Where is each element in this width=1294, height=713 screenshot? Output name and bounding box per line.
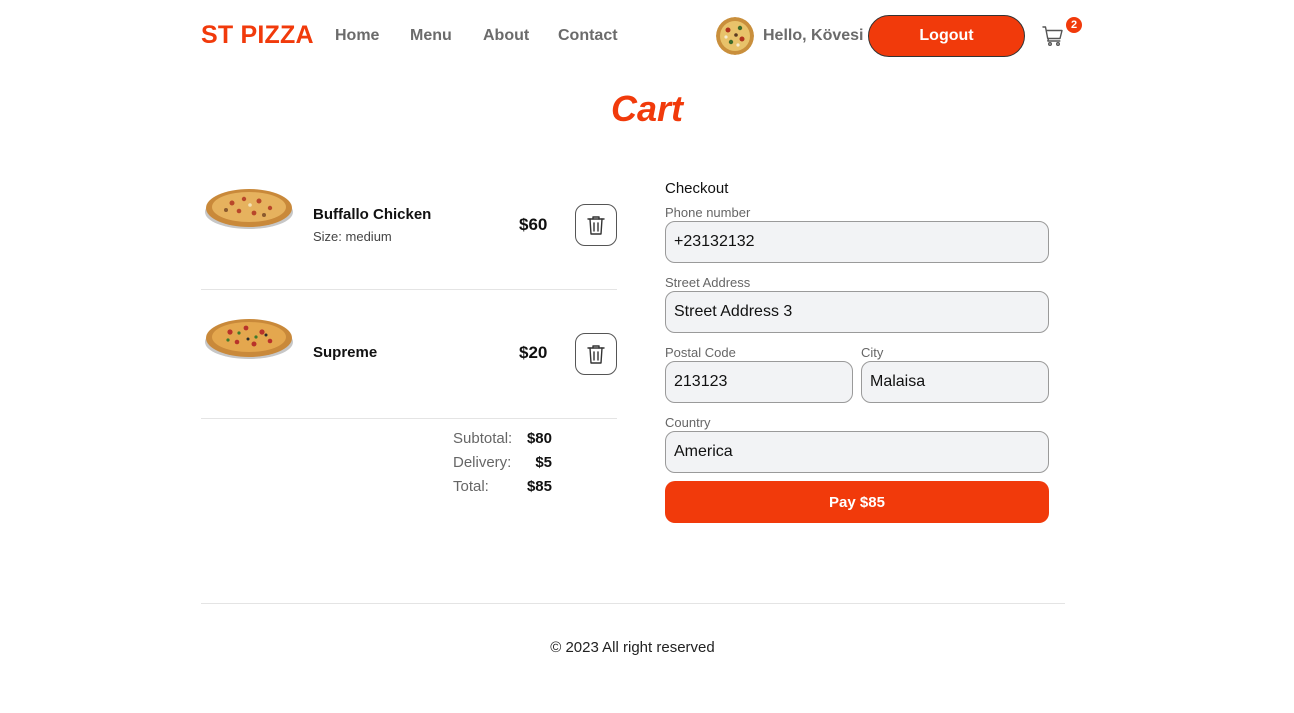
postal-code-input[interactable] (665, 361, 853, 403)
total-value: $85 (526, 478, 552, 495)
nav-link-home[interactable]: Home (335, 27, 379, 45)
cart-item-price: $20 (519, 343, 548, 362)
cart-item-size: Size: medium (313, 229, 392, 244)
total-label: Total: (453, 478, 489, 495)
pizza-image (205, 189, 293, 229)
cart-item-price: $60 (519, 215, 548, 234)
page-title: Cart (610, 88, 684, 129)
nav-link-about[interactable]: About (483, 27, 529, 45)
cart-count-badge: 2 (1066, 17, 1082, 33)
footer-copyright: © 2023 All right reserved (550, 639, 715, 656)
subtotal-label: Subtotal: (453, 430, 513, 447)
country-label: Country (665, 415, 711, 430)
street-address-input[interactable] (665, 291, 1049, 333)
cart-icon (1042, 26, 1063, 47)
divider (201, 289, 617, 290)
phone-input[interactable] (665, 221, 1049, 263)
avatar (716, 17, 754, 55)
trash-icon (587, 345, 605, 364)
city-label: City (861, 345, 884, 360)
pizza-image (205, 319, 293, 359)
nav-link-contact[interactable]: Contact (558, 27, 618, 45)
checkout-title: Checkout (665, 180, 729, 197)
cart-link[interactable] (1041, 24, 1065, 48)
street-address-label: Street Address (665, 275, 751, 290)
nav-link-menu[interactable]: Menu (410, 27, 452, 45)
cart-item-name: Supreme (313, 344, 378, 361)
logout-button[interactable]: Logout (868, 15, 1025, 57)
pay-button[interactable]: Pay $85 (665, 481, 1049, 523)
footer-divider (201, 603, 1065, 604)
cart-item: Supreme $20 (201, 300, 617, 418)
delivery-value: $5 (535, 454, 552, 471)
cart-item-name: Buffallo Chicken (313, 206, 432, 223)
subtotal-value: $80 (526, 430, 552, 447)
header: ST PIZZA Home Menu About Contact Hello, … (201, 14, 1082, 58)
pizza-avatar-icon (716, 17, 754, 55)
remove-item-button[interactable] (575, 333, 617, 375)
divider (201, 418, 617, 419)
remove-item-button[interactable] (575, 204, 617, 246)
trash-icon (587, 216, 605, 235)
postal-code-label: Postal Code (665, 345, 736, 360)
logo[interactable]: ST PIZZA (201, 21, 314, 50)
phone-label: Phone number (665, 205, 751, 220)
city-input[interactable] (861, 361, 1049, 403)
delivery-label: Delivery: (453, 454, 512, 471)
user-greeting[interactable]: Hello, Kövesi (763, 27, 863, 45)
country-input[interactable] (665, 431, 1049, 473)
cart-item: Buffallo Chicken Size: medium $60 (201, 172, 617, 290)
